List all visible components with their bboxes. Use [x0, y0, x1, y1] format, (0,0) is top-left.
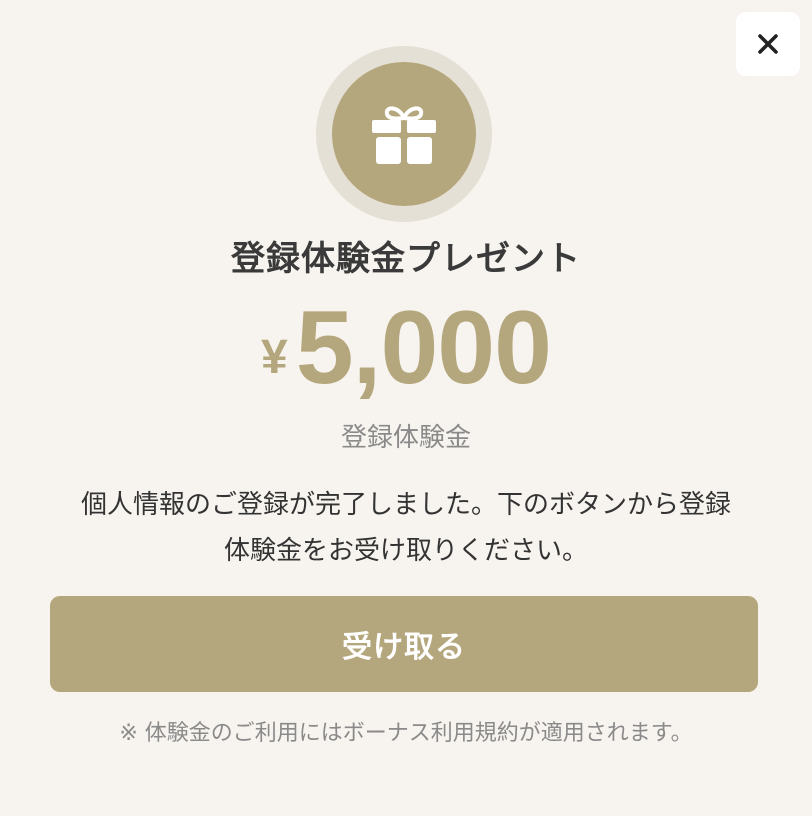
- description-text: 個人情報のご登録が完了しました。下のボタンから登録 体験金をお受け取りください。: [46, 482, 766, 574]
- description-line-2: 体験金をお受け取りください。: [223, 536, 588, 566]
- gift-badge: [332, 62, 476, 206]
- description-line-1: 個人情報のご登録が完了しました。下のボタンから登録: [80, 490, 731, 520]
- bonus-amount: ¥ 5,000: [0, 290, 812, 400]
- close-button[interactable]: [736, 12, 800, 76]
- receive-button[interactable]: 受け取る: [50, 596, 758, 692]
- currency-symbol: ¥: [261, 331, 288, 384]
- gift-badge-halo: [316, 46, 492, 222]
- bonus-dialog: 登録体験金プレゼント ¥ 5,000 登録体験金 個人情報のご登録が完了しました…: [0, 0, 812, 816]
- amount-value: 5,000: [295, 290, 552, 406]
- dialog-title: 登録体験金プレゼント: [231, 239, 581, 279]
- gift-icon: [372, 106, 436, 164]
- terms-note: ※ 体験金のご利用にはボーナス利用規約が適用されます。: [119, 721, 693, 746]
- close-icon: [758, 34, 778, 54]
- amount-caption: 登録体験金: [340, 423, 471, 453]
